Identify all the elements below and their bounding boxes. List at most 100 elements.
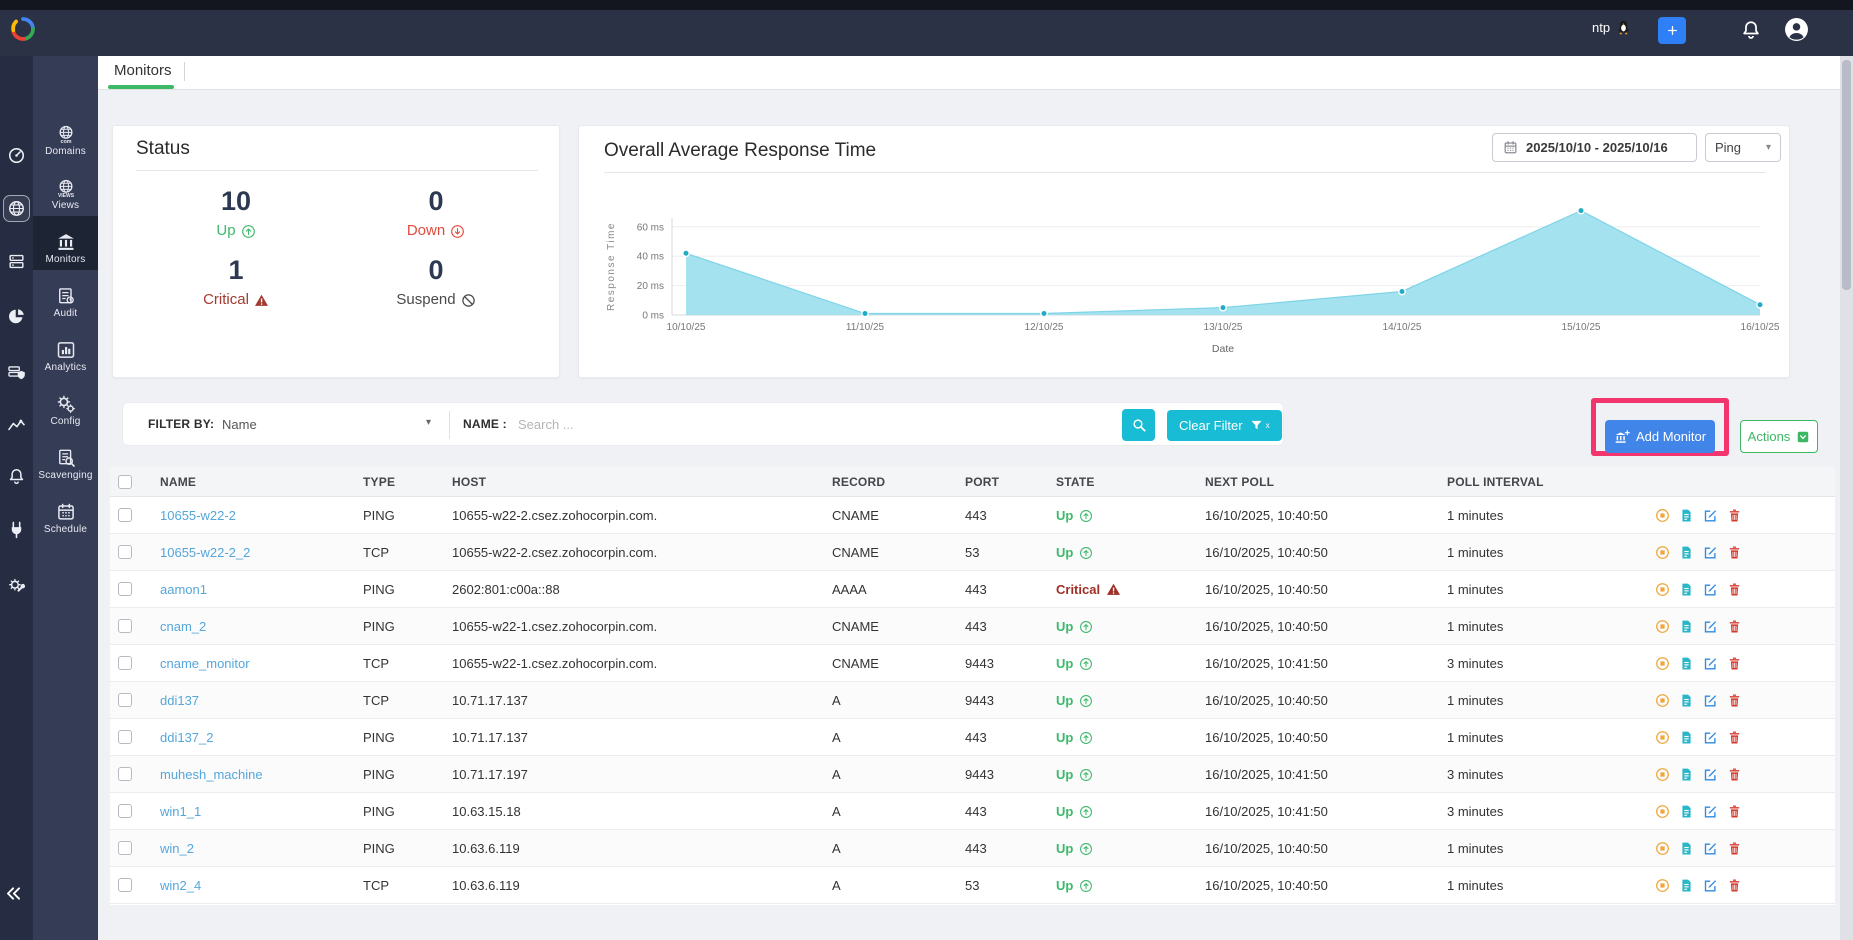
suspend-circle-icon[interactable] xyxy=(1655,544,1670,560)
delete-trash-icon[interactable] xyxy=(1727,803,1742,819)
delete-trash-icon[interactable] xyxy=(1727,877,1742,893)
column-header-port[interactable]: PORT xyxy=(965,475,999,489)
suspend-circle-icon[interactable] xyxy=(1655,507,1670,523)
edit-icon[interactable] xyxy=(1703,507,1718,523)
suspend-circle-icon[interactable] xyxy=(1655,692,1670,708)
monitor-name-link[interactable]: win_2 xyxy=(160,841,194,856)
monitor-name-link[interactable]: win2_4 xyxy=(160,878,201,893)
search-button[interactable] xyxy=(1122,409,1155,441)
user-avatar-icon[interactable] xyxy=(1784,17,1809,42)
delete-trash-icon[interactable] xyxy=(1727,581,1742,597)
sidebar-item-domains[interactable]: Domains xyxy=(33,108,98,162)
monitor-name-link[interactable]: 10655-w22-2_2 xyxy=(160,545,250,560)
server-shield-icon[interactable] xyxy=(3,359,30,386)
monitor-name-link[interactable]: ddi137_2 xyxy=(160,730,214,745)
delete-trash-icon[interactable] xyxy=(1727,544,1742,560)
monitor-name-link[interactable]: win1_1 xyxy=(160,804,201,819)
suspend-circle-icon[interactable] xyxy=(1655,766,1670,782)
column-header-state[interactable]: STATE xyxy=(1056,475,1095,489)
row-checkbox[interactable] xyxy=(118,582,132,596)
collapse-sidebar-icon[interactable] xyxy=(4,884,29,904)
column-header-type[interactable]: TYPE xyxy=(363,475,395,489)
suspend-circle-icon[interactable] xyxy=(1655,655,1670,671)
scrollbar-thumb[interactable] xyxy=(1842,60,1851,290)
sidebar-item-audit[interactable]: Audit xyxy=(33,270,98,324)
filter-by-dropdown[interactable]: Name xyxy=(222,417,257,432)
suspend-circle-icon[interactable] xyxy=(1655,840,1670,856)
delete-trash-icon[interactable] xyxy=(1727,766,1742,782)
report-doc-icon[interactable] xyxy=(1679,692,1694,708)
edit-icon[interactable] xyxy=(1703,618,1718,634)
row-checkbox[interactable] xyxy=(118,804,132,818)
pie-chart-icon[interactable] xyxy=(3,303,30,330)
column-header-record[interactable]: RECORD xyxy=(832,475,885,489)
monitor-name-link[interactable]: 10655-w22-2 xyxy=(160,508,236,523)
bell-icon[interactable] xyxy=(3,463,30,490)
delete-trash-icon[interactable] xyxy=(1727,840,1742,856)
delete-trash-icon[interactable] xyxy=(1727,655,1742,671)
report-doc-icon[interactable] xyxy=(1679,581,1694,597)
report-doc-icon[interactable] xyxy=(1679,803,1694,819)
select-all-checkbox[interactable] xyxy=(118,475,132,489)
row-checkbox[interactable] xyxy=(118,508,132,522)
notifications-bell-icon[interactable] xyxy=(1740,19,1762,41)
plug-icon[interactable] xyxy=(3,516,30,543)
edit-icon[interactable] xyxy=(1703,766,1718,782)
monitor-name-link[interactable]: cnam_2 xyxy=(160,619,206,634)
delete-trash-icon[interactable] xyxy=(1727,618,1742,634)
row-checkbox[interactable] xyxy=(118,545,132,559)
dashboard-gauge-icon[interactable] xyxy=(3,142,30,169)
suspend-circle-icon[interactable] xyxy=(1655,618,1670,634)
row-checkbox[interactable] xyxy=(118,730,132,744)
suspend-circle-icon[interactable] xyxy=(1655,803,1670,819)
row-checkbox[interactable] xyxy=(118,693,132,707)
report-doc-icon[interactable] xyxy=(1679,840,1694,856)
delete-trash-icon[interactable] xyxy=(1727,692,1742,708)
add-monitor-button[interactable]: Add Monitor xyxy=(1605,420,1715,453)
sidebar-item-config[interactable]: Config xyxy=(33,378,98,432)
row-checkbox[interactable] xyxy=(118,656,132,670)
edit-icon[interactable] xyxy=(1703,803,1718,819)
column-header-name[interactable]: NAME xyxy=(160,475,196,489)
report-doc-icon[interactable] xyxy=(1679,729,1694,745)
delete-trash-icon[interactable] xyxy=(1727,729,1742,745)
global-add-button[interactable] xyxy=(1658,17,1686,44)
delete-trash-icon[interactable] xyxy=(1727,507,1742,523)
edit-icon[interactable] xyxy=(1703,544,1718,560)
row-checkbox[interactable] xyxy=(118,841,132,855)
column-header-host[interactable]: HOST xyxy=(452,475,486,489)
sidebar-item-schedule[interactable]: Schedule xyxy=(33,486,98,540)
tab-monitors[interactable]: Monitors xyxy=(114,62,172,79)
report-doc-icon[interactable] xyxy=(1679,877,1694,893)
monitor-name-link[interactable]: muhesh_machine xyxy=(160,767,263,782)
actions-button[interactable]: Actions xyxy=(1740,420,1818,453)
monitor-name-link[interactable]: cname_monitor xyxy=(160,656,250,671)
sidebar-item-views[interactable]: Views xyxy=(33,162,98,216)
row-checkbox[interactable] xyxy=(118,619,132,633)
column-header-poll-interval[interactable]: POLL INTERVAL xyxy=(1447,475,1544,489)
suspend-circle-icon[interactable] xyxy=(1655,729,1670,745)
activity-graph-icon[interactable] xyxy=(3,412,30,439)
report-doc-icon[interactable] xyxy=(1679,655,1694,671)
edit-icon[interactable] xyxy=(1703,581,1718,597)
suspend-circle-icon[interactable] xyxy=(1655,877,1670,893)
settings-wrench-icon[interactable] xyxy=(3,572,30,599)
report-doc-icon[interactable] xyxy=(1679,507,1694,523)
clear-filter-button[interactable]: Clear Filter x xyxy=(1167,410,1282,441)
search-input[interactable]: Search ... xyxy=(518,417,574,432)
sidebar-item-analytics[interactable]: Analytics xyxy=(33,324,98,378)
row-checkbox[interactable] xyxy=(118,878,132,892)
app-logo-icon[interactable] xyxy=(8,14,38,44)
edit-icon[interactable] xyxy=(1703,877,1718,893)
server-rack-icon[interactable] xyxy=(3,248,30,275)
metric-select[interactable]: Ping ▾ xyxy=(1705,133,1781,162)
suspend-circle-icon[interactable] xyxy=(1655,581,1670,597)
report-doc-icon[interactable] xyxy=(1679,618,1694,634)
monitor-name-link[interactable]: ddi137 xyxy=(160,693,199,708)
edit-icon[interactable] xyxy=(1703,655,1718,671)
monitor-name-link[interactable]: aamon1 xyxy=(160,582,207,597)
sidebar-item-scavenging[interactable]: Scavenging xyxy=(33,432,98,486)
dns-globe-icon[interactable] xyxy=(3,195,30,222)
report-doc-icon[interactable] xyxy=(1679,544,1694,560)
row-checkbox[interactable] xyxy=(118,767,132,781)
